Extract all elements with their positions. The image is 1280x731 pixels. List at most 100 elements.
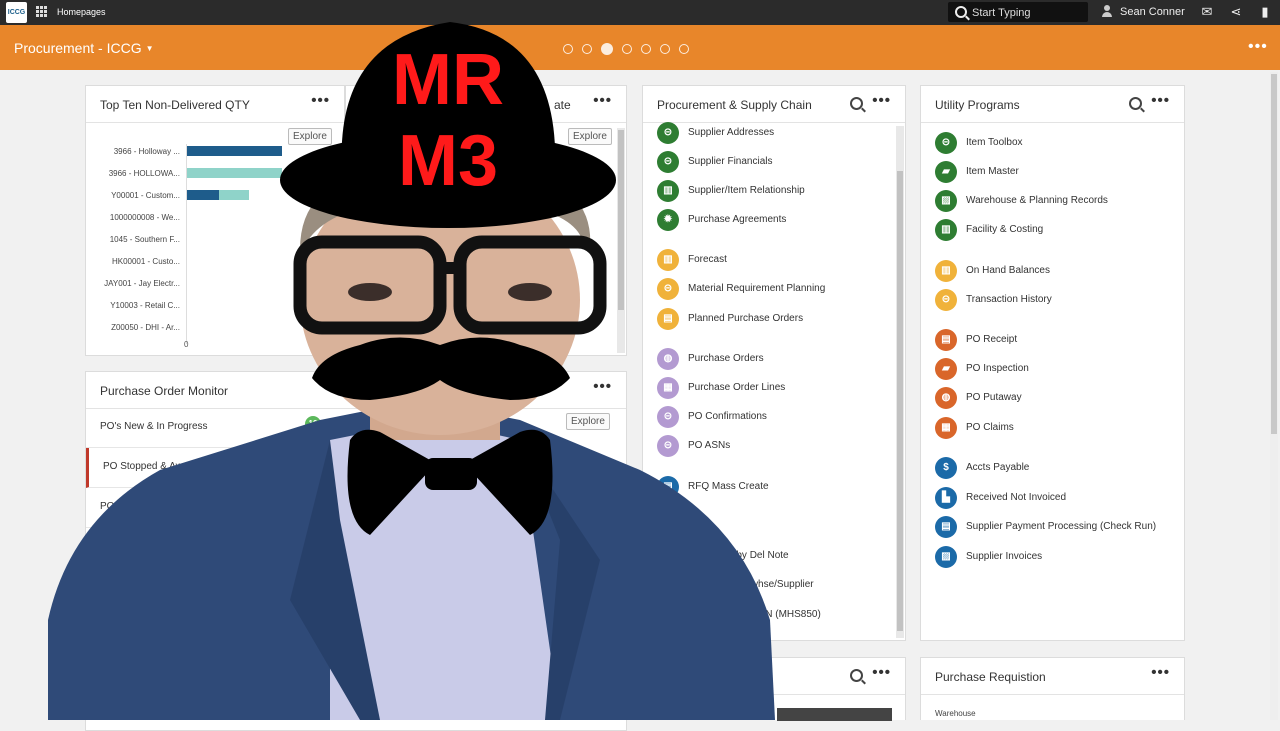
po-monitor-item[interactable]: PO's New & In Progress 10 (86, 408, 326, 448)
card-header: Utility Programs ••• (921, 86, 1184, 123)
program-label: very Note. by Del Note (688, 550, 789, 561)
link-icon: ⊝ (657, 406, 679, 428)
more-options-icon[interactable]: ••• (872, 664, 891, 681)
explore-button[interactable]: Explore (568, 128, 612, 145)
search-icon[interactable] (1129, 97, 1142, 110)
page-dot-active[interactable] (601, 43, 613, 55)
chart-icon: ▥ (657, 180, 679, 202)
search-input[interactable]: Start Typing (948, 2, 1088, 22)
card-title: Purchase Order Monitor (100, 384, 229, 398)
page-dot[interactable] (622, 44, 632, 54)
program-label: PO Claims (966, 422, 1014, 433)
program-label: RFQ Mass Create (688, 481, 769, 492)
program-label: On Hand Balances (966, 265, 1050, 276)
program-label: Supplier/Item Relationship (688, 185, 805, 196)
card-header: Purchase Requistion ••• (921, 658, 1184, 695)
more-options-icon[interactable]: ••• (1151, 92, 1170, 109)
globe-icon: ◍ (657, 348, 679, 370)
chart-icon: ▥ (935, 219, 957, 241)
card-header: Top Ten Non-Delivered QTY ••• (86, 86, 344, 123)
program-label: PO Inspection (966, 363, 1029, 374)
program-label: PO Putaway (966, 392, 1022, 403)
card-title: Utility Programs (935, 98, 1020, 112)
card-title: ate (554, 98, 571, 112)
add-page-dot[interactable] (679, 44, 689, 54)
user-menu[interactable]: Sean Conner (1102, 5, 1185, 18)
more-options-icon[interactable]: ••• (872, 92, 891, 109)
table-icon: ▤ (935, 329, 957, 351)
program-label: Material Requirement Planning (688, 283, 826, 294)
program-label: Item Master (966, 166, 1019, 177)
more-options-icon[interactable]: ••• (593, 92, 612, 109)
program-label: Item Toolbox (966, 137, 1023, 148)
dark-panel (777, 708, 892, 721)
doc-icon: ▤ (657, 476, 679, 498)
bar-category-label: JAY001 - Jay Electr... (104, 279, 180, 288)
bar-category-label: 3966 - HOLLOWA... (108, 169, 180, 178)
share-icon[interactable]: ⋖ (1229, 5, 1243, 19)
link-icon: ⊝ (657, 278, 679, 300)
procurement-supply-chain-card: Procurement & Supply Chain ••• ⊝ Supplier… (642, 85, 906, 641)
page-dots (563, 41, 698, 59)
chart-icon: ▥ (657, 249, 679, 271)
page-header: Procurement - ICCG ▼ ••• (0, 25, 1280, 70)
program-label: Supplier Invoices (966, 551, 1043, 562)
program-label: Accts Payable (966, 462, 1030, 473)
link-icon: ⊝ (657, 122, 679, 144)
link-icon: ⊝ (935, 289, 957, 311)
bar-category-label: 1045 - Southern F... (109, 235, 180, 244)
item-label: PO's New & In Progress (100, 421, 208, 432)
scrollbar[interactable] (896, 126, 904, 638)
card-header: ate ••• (346, 86, 626, 123)
page-dot[interactable] (563, 44, 573, 54)
more-options-icon[interactable]: ••• (1248, 38, 1268, 56)
explore-button[interactable]: Explore (288, 128, 332, 145)
po-monitor-item[interactable]: Expected R (86, 528, 326, 568)
program-label: Received Not Invoiced (966, 492, 1067, 503)
program-label: Supplier Addresses (688, 127, 775, 138)
po-monitor-item[interactable]: PO's Ready to Print & Send (86, 488, 326, 528)
item-label: PO's Ready to Print & Send (100, 501, 224, 512)
table-icon: ▤ (657, 308, 679, 330)
scrollbar[interactable] (617, 128, 625, 353)
page-scrollbar[interactable] (1270, 72, 1278, 720)
more-options-icon[interactable]: ••• (593, 378, 612, 395)
user-name: Sean Conner (1120, 6, 1185, 18)
bar (187, 190, 219, 200)
card-title: Top Ten Non-Delivered QTY (100, 98, 250, 112)
homepage-selector[interactable]: Procurement - ICCG ▼ (14, 40, 154, 56)
program-label: Planned Purchase Orders (688, 313, 804, 324)
bar (187, 168, 282, 178)
program-label: Forecast (688, 254, 727, 265)
page-title: Procurement - ICCG (14, 40, 142, 56)
program-label: PO Confirmations (688, 411, 767, 422)
chevron-down-icon: ▼ (145, 44, 154, 53)
program-label: Purchase Orders (688, 353, 764, 364)
card-title: Procurement & Supply Chain (657, 98, 812, 112)
calendar-icon: ▦ (657, 377, 679, 399)
dollar-icon: $ (935, 457, 957, 479)
item-label: Expected R (100, 541, 152, 552)
count-badge: 10 (305, 416, 321, 432)
bookmark-icon[interactable]: ▮ (1258, 5, 1272, 19)
link-icon: ⊝ (935, 132, 957, 154)
mail-icon[interactable]: ✉ (1200, 5, 1214, 19)
search-icon[interactable] (850, 669, 863, 682)
app-grid-icon[interactable] (36, 6, 48, 18)
page-dot[interactable] (582, 44, 592, 54)
page-dot[interactable] (660, 44, 670, 54)
po-monitor-item[interactable]: PO Stopped & Awaiting Release (86, 448, 329, 488)
link-icon: ⊝ (657, 435, 679, 457)
explore-button[interactable]: Explore (566, 413, 610, 430)
iccg-logo[interactable]: ICCG (6, 2, 27, 23)
homepages-link[interactable]: Homepages (57, 7, 106, 17)
image-icon: ▨ (935, 546, 957, 568)
page-dot[interactable] (641, 44, 651, 54)
search-icon (955, 6, 967, 18)
program-label: Purchase Agreements (688, 214, 787, 225)
more-options-icon[interactable]: ••• (1151, 664, 1170, 681)
program-label: Purchase Order Lines (688, 382, 786, 393)
more-options-icon[interactable]: ••• (311, 92, 330, 109)
bar-category-label: HK00001 - Custo... (111, 257, 180, 266)
search-icon[interactable] (850, 97, 863, 110)
